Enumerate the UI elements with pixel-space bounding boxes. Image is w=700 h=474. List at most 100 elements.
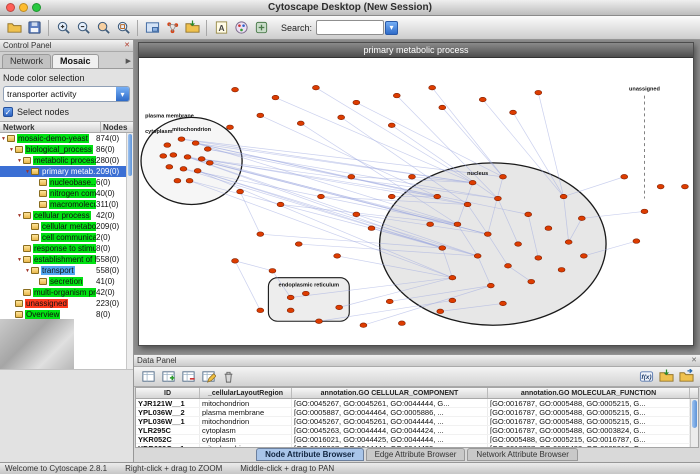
close-window-icon[interactable] <box>6 3 15 12</box>
network-node[interactable] <box>487 283 494 288</box>
tree-row[interactable]: multi-organism pro...42(0) <box>0 287 133 298</box>
function-builder-icon[interactable]: f(x) <box>636 367 656 387</box>
vizmapper-icon[interactable] <box>231 18 251 38</box>
tree-row[interactable]: macromolecule...311(0) <box>0 199 133 210</box>
network-node[interactable] <box>348 174 355 179</box>
tree-row[interactable]: ▼establishment of l...558(0) <box>0 254 133 265</box>
network-node[interactable] <box>227 125 234 130</box>
table-row[interactable]: YDR039C__1mitochondrion[GO:0045267, GO:0… <box>136 444 690 447</box>
network-canvas[interactable]: plasma membranecytoplasmmitochondrionnuc… <box>139 58 693 345</box>
tree-row[interactable]: unassigned223(0) <box>0 298 133 309</box>
select-attributes-icon[interactable] <box>138 367 158 387</box>
network-node[interactable] <box>560 194 567 199</box>
network-node[interactable] <box>464 202 471 207</box>
network-node[interactable] <box>427 222 434 227</box>
network-node[interactable] <box>368 226 375 231</box>
network-node[interactable] <box>334 254 341 259</box>
network-node[interactable] <box>287 308 294 313</box>
table-row[interactable]: YJR121W__1mitochondrion[GO:0045267, GO:0… <box>136 399 690 408</box>
search-dropdown-icon[interactable]: ▾ <box>385 21 398 35</box>
network-node[interactable] <box>194 169 201 174</box>
network-node[interactable] <box>192 141 199 146</box>
plugins-icon[interactable] <box>251 18 271 38</box>
tree-row[interactable]: cellular metabo...209(0) <box>0 221 133 232</box>
network-node[interactable] <box>449 275 456 280</box>
network-node[interactable] <box>681 184 688 189</box>
network-node[interactable] <box>510 110 517 115</box>
trash-icon[interactable] <box>218 367 238 387</box>
rename-attribute-icon[interactable] <box>198 367 218 387</box>
tree-row[interactable]: ▼mosaic-demo-yeast874(0) <box>0 133 133 144</box>
network-node[interactable] <box>580 254 587 259</box>
network-node[interactable] <box>180 167 187 172</box>
import-network-icon[interactable] <box>182 18 202 38</box>
network-node[interactable] <box>174 178 181 183</box>
network-node[interactable] <box>312 85 319 90</box>
network-node[interactable] <box>353 100 360 105</box>
window-titlebar[interactable]: Cytoscape Desktop (New Session) <box>0 0 700 16</box>
tree-row[interactable]: cell communica...2(0) <box>0 232 133 243</box>
tree-row[interactable]: ▼primary metab...209(0) <box>0 166 133 177</box>
network-node[interactable] <box>657 184 664 189</box>
network-node[interactable] <box>437 309 444 314</box>
close-data-panel-icon[interactable]: ✕ <box>691 357 697 364</box>
network-node[interactable] <box>170 153 177 158</box>
tree-scrollbar-thumb[interactable] <box>128 134 132 176</box>
network-node[interactable] <box>204 147 211 152</box>
network-node[interactable] <box>257 308 264 313</box>
network-node[interactable] <box>232 259 239 264</box>
network-node[interactable] <box>388 194 395 199</box>
zoom-selected-icon[interactable] <box>93 18 113 38</box>
expand-arrow-icon[interactable]: ▼ <box>24 169 31 175</box>
zoom-out-icon[interactable] <box>73 18 93 38</box>
network-node[interactable] <box>535 256 542 261</box>
network-node[interactable] <box>525 212 532 217</box>
tree-row[interactable]: response to stimul...8(0) <box>0 243 133 254</box>
expand-arrow-icon[interactable]: ▼ <box>16 257 23 263</box>
network-node[interactable] <box>641 209 648 214</box>
network-node[interactable] <box>479 97 486 102</box>
network-node[interactable] <box>318 194 325 199</box>
network-node[interactable] <box>277 202 284 207</box>
tree-row[interactable]: nucleobase...6(0) <box>0 177 133 188</box>
network-node[interactable] <box>393 93 400 98</box>
network-node[interactable] <box>578 216 585 221</box>
network-node[interactable] <box>500 174 507 179</box>
network-node[interactable] <box>336 305 343 310</box>
table-row[interactable]: YKR052Ccytoplasm[GO:0016021, GO:0044425,… <box>136 435 690 444</box>
create-attribute-icon[interactable] <box>158 367 178 387</box>
expand-arrow-icon[interactable]: ▼ <box>16 213 23 219</box>
tree-row[interactable]: ▼biological_process86(0) <box>0 144 133 155</box>
network-node[interactable] <box>439 105 446 110</box>
network-node[interactable] <box>272 95 279 100</box>
network-node[interactable] <box>388 123 395 128</box>
network-node[interactable] <box>621 174 628 179</box>
network-node[interactable] <box>257 232 264 237</box>
tree-row[interactable]: nitrogen compo...40(0) <box>0 188 133 199</box>
network-node[interactable] <box>505 264 512 269</box>
export-attributes-icon[interactable] <box>676 367 696 387</box>
search-input[interactable] <box>316 20 384 35</box>
column-header[interactable]: annotation.GO MOLECULAR_FUNCTION <box>488 388 690 398</box>
network-node[interactable] <box>302 291 309 296</box>
network-node[interactable] <box>232 87 239 92</box>
network-node[interactable] <box>316 319 323 324</box>
network-node[interactable] <box>469 180 476 185</box>
new-network-icon[interactable] <box>162 18 182 38</box>
save-session-icon[interactable] <box>24 18 44 38</box>
tree-row[interactable]: secretion41(0) <box>0 276 133 287</box>
network-node[interactable] <box>164 143 171 148</box>
tab-network[interactable]: Network <box>2 54 51 68</box>
network-node[interactable] <box>386 299 393 304</box>
network-node[interactable] <box>633 239 640 244</box>
expand-arrow-icon[interactable]: ▼ <box>8 147 15 153</box>
tree-row[interactable]: ▼cellular process42(0) <box>0 210 133 221</box>
network-node[interactable] <box>257 113 264 118</box>
tree-column-nodes[interactable]: Nodes <box>101 122 133 132</box>
column-header[interactable]: annotation.GO CELLULAR_COMPONENT <box>292 388 488 398</box>
zoom-in-icon[interactable] <box>53 18 73 38</box>
column-header[interactable]: _cellularLayoutRegion <box>200 388 292 398</box>
network-node[interactable] <box>429 85 436 90</box>
network-node[interactable] <box>353 212 360 217</box>
network-node[interactable] <box>439 246 446 251</box>
